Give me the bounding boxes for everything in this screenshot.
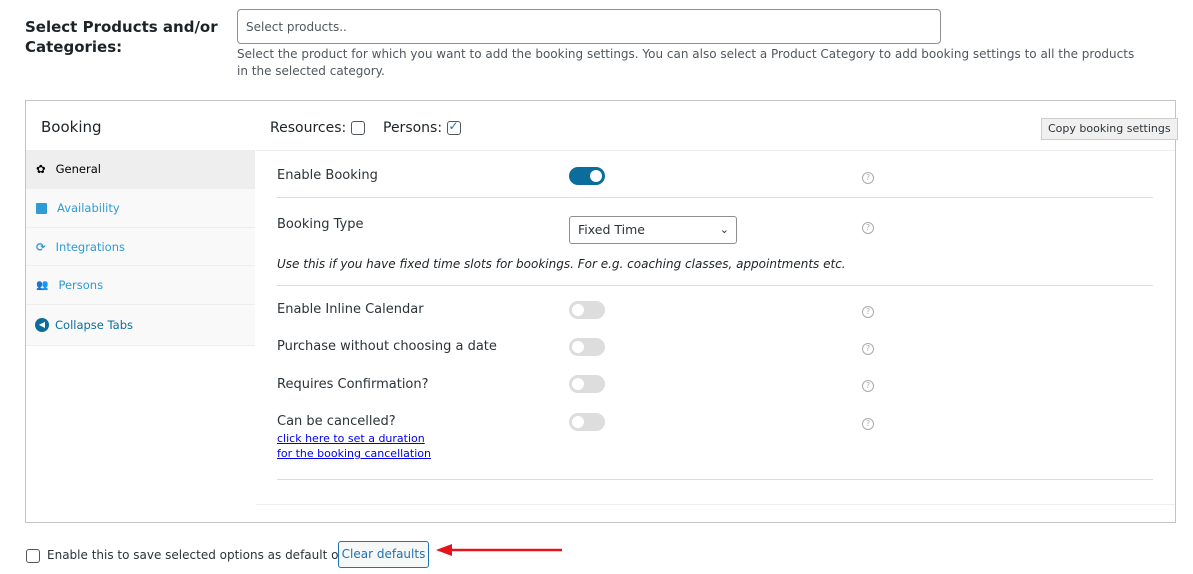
products-description: Select the product for which you want to… bbox=[237, 47, 1135, 78]
tab-label: Collapse Tabs bbox=[55, 318, 133, 332]
purchase-without-date-label: Purchase without choosing a date bbox=[277, 339, 497, 354]
products-select-input[interactable]: Select products.. bbox=[237, 9, 941, 44]
can-be-cancelled-toggle[interactable] bbox=[569, 413, 605, 431]
divider bbox=[277, 479, 1153, 480]
gear-icon: ✿ bbox=[36, 162, 46, 176]
save-default-label: Enable this to save selected options as … bbox=[47, 548, 380, 562]
help-icon[interactable]: ? bbox=[862, 343, 874, 355]
booking-type-note: Use this if you have fixed time slots fo… bbox=[277, 257, 846, 271]
tab-label: Availability bbox=[57, 201, 120, 215]
sync-icon: ⟳ bbox=[36, 239, 46, 254]
purchase-without-date-toggle[interactable] bbox=[569, 338, 605, 356]
enable-booking-toggle[interactable] bbox=[569, 167, 605, 185]
enable-booking-label: Enable Booking bbox=[277, 168, 378, 183]
tab-label: Persons bbox=[58, 278, 104, 292]
help-icon[interactable]: ? bbox=[862, 380, 874, 392]
help-icon[interactable]: ? bbox=[862, 418, 874, 430]
panel-title: Booking bbox=[41, 118, 102, 136]
users-icon: 👥 bbox=[36, 279, 49, 291]
booking-type-label: Booking Type bbox=[277, 217, 364, 232]
persons-option: Persons: ✓ bbox=[383, 119, 461, 136]
divider bbox=[277, 285, 1153, 286]
chevron-down-icon: ⌄ bbox=[719, 223, 729, 236]
arrow-left-circle-icon: ◀ bbox=[35, 318, 49, 332]
requires-confirmation-label: Requires Confirmation? bbox=[277, 377, 429, 392]
requires-confirmation-toggle[interactable] bbox=[569, 375, 605, 393]
tab-collapse[interactable]: ◀ Collapse Tabs bbox=[26, 305, 255, 346]
inline-calendar-label: Enable Inline Calendar bbox=[277, 302, 424, 317]
help-icon[interactable]: ? bbox=[862, 172, 874, 184]
products-label: Select Products and/or Categories: bbox=[25, 18, 218, 56]
tab-persons[interactable]: 👥 Persons bbox=[26, 266, 255, 305]
tab-availability[interactable]: Availability bbox=[26, 189, 255, 228]
tab-label: General bbox=[55, 162, 101, 176]
checkmark-icon: ✓ bbox=[448, 119, 459, 133]
content-bottom-border bbox=[256, 504, 1175, 505]
content-top-border bbox=[256, 150, 1175, 151]
tab-general[interactable]: ✿ General bbox=[26, 150, 255, 189]
resources-checkbox[interactable] bbox=[350, 121, 365, 135]
can-be-cancelled-label: Can be cancelled? bbox=[277, 414, 396, 429]
divider bbox=[277, 197, 1153, 198]
booking-type-value: Fixed Time bbox=[578, 222, 645, 237]
inline-calendar-toggle[interactable] bbox=[569, 301, 605, 319]
tab-label: Integrations bbox=[55, 239, 125, 254]
clear-defaults-button[interactable]: Clear defaults bbox=[338, 541, 429, 568]
help-icon[interactable]: ? bbox=[862, 306, 874, 318]
booking-type-select[interactable]: Fixed Time ⌄ bbox=[569, 216, 737, 244]
calendar-icon bbox=[36, 202, 47, 214]
resources-option: Resources: bbox=[270, 120, 365, 136]
help-icon[interactable]: ? bbox=[862, 222, 874, 234]
persons-label: Persons: bbox=[383, 120, 443, 136]
red-arrow-annotation bbox=[436, 544, 562, 556]
tab-integrations[interactable]: ⟳ Integrations bbox=[26, 228, 255, 266]
copy-booking-settings-button[interactable]: Copy booking settings bbox=[1041, 118, 1178, 140]
cancellation-duration-link-2[interactable]: for the booking cancellation bbox=[277, 447, 431, 460]
save-default-checkbox[interactable] bbox=[26, 548, 40, 563]
persons-checkbox[interactable]: ✓ bbox=[446, 119, 461, 135]
cancellation-duration-link[interactable]: click here to set a duration bbox=[277, 432, 425, 445]
resources-label: Resources: bbox=[270, 120, 347, 136]
